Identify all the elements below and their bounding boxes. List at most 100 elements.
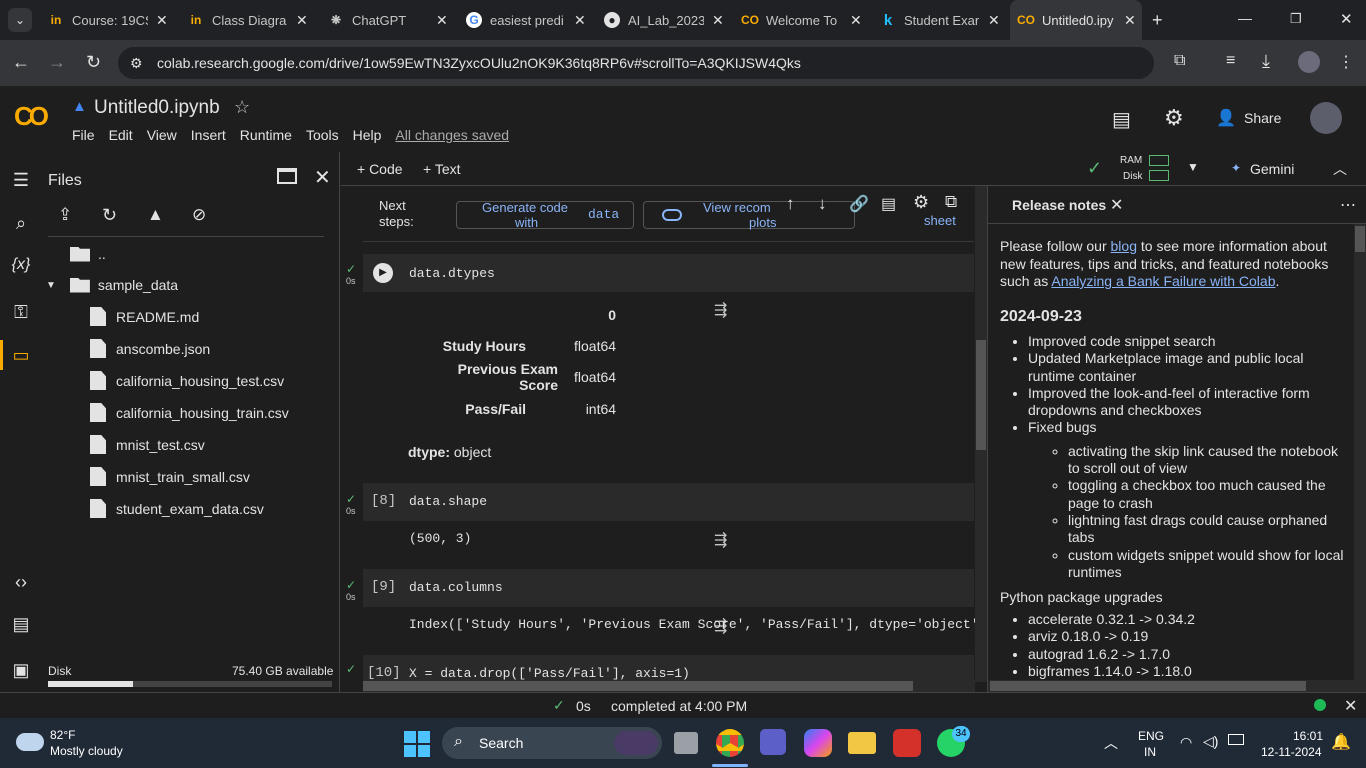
- site-info-icon[interactable]: ⚙: [130, 55, 143, 72]
- chrome-icon[interactable]: [716, 729, 744, 757]
- menu-file[interactable]: File: [72, 127, 95, 143]
- tab-search-button[interactable]: ⌄: [8, 8, 32, 32]
- command-palette-icon[interactable]: ▤: [8, 614, 34, 635]
- url-field[interactable]: ⚙ colab.research.google.com/drive/1ow59E…: [118, 47, 1154, 79]
- featured-link[interactable]: Analyzing a Bank Failure with Colab: [1051, 273, 1275, 289]
- wifi-icon[interactable]: ◠: [1180, 734, 1192, 751]
- move-down-icon[interactable]: ↓: [818, 194, 827, 214]
- code-cell-dtypes[interactable]: ▶ data.dtypes: [363, 254, 974, 292]
- upload-file-icon[interactable]: ⇪: [58, 205, 72, 225]
- code-cell-shape[interactable]: [8] data.shape: [363, 483, 974, 521]
- task-view-icon[interactable]: [674, 732, 698, 754]
- menu-view[interactable]: View: [147, 127, 177, 143]
- output-actions-icon[interactable]: ⇶: [714, 300, 736, 319]
- browser-tab-1[interactable]: in Course: 19CS ✕: [48, 0, 168, 40]
- variables-icon[interactable]: {x}: [8, 256, 34, 274]
- secrets-key-icon[interactable]: ⚿: [8, 302, 34, 323]
- scroll-thumb[interactable]: [976, 340, 986, 450]
- volume-icon[interactable]: ◁): [1203, 733, 1218, 750]
- windows-start-icon[interactable]: [404, 731, 430, 757]
- browser-tab-4[interactable]: G easiest predi ✕: [466, 0, 586, 40]
- browser-tab-2[interactable]: in Class Diagra ✕: [188, 0, 308, 40]
- ram-meter[interactable]: [1149, 155, 1169, 166]
- blog-link[interactable]: blog: [1111, 238, 1137, 254]
- battery-icon[interactable]: [1228, 734, 1244, 745]
- status-completed[interactable]: completed at 4:00 PM: [611, 698, 747, 714]
- user-avatar[interactable]: [1310, 102, 1342, 134]
- add-text-button[interactable]: + Text: [423, 161, 461, 177]
- sample-data-folder[interactable]: ▼ sample_data: [46, 277, 178, 293]
- chevron-down-icon[interactable]: ▼: [46, 280, 56, 291]
- chevron-up-icon[interactable]: ︿: [1104, 733, 1118, 753]
- runtime-dropdown-icon[interactable]: ▼: [1187, 160, 1199, 174]
- run-cell-button[interactable]: ▶: [373, 263, 393, 283]
- mirror-cell-icon[interactable]: ⧉: [945, 192, 957, 212]
- close-icon[interactable]: ✕: [296, 12, 308, 29]
- release-scrollbar[interactable]: [1354, 224, 1366, 692]
- output-actions-icon[interactable]: ⇶: [714, 530, 736, 549]
- file-explorer-icon[interactable]: [848, 732, 876, 754]
- settings-gear-icon[interactable]: ⚙: [1164, 105, 1184, 131]
- sheet-button[interactable]: sheet: [924, 213, 956, 228]
- menu-help[interactable]: Help: [353, 127, 382, 143]
- restore-button[interactable]: ❐: [1290, 11, 1302, 27]
- disk-meter[interactable]: [1149, 170, 1169, 181]
- close-window-button[interactable]: ✕: [1340, 10, 1353, 28]
- collapse-header-icon[interactable]: ︿: [1333, 159, 1347, 179]
- close-icon[interactable]: ✕: [436, 12, 448, 29]
- file-item[interactable]: mnist_test.csv: [90, 435, 205, 454]
- close-icon[interactable]: ✕: [156, 12, 168, 29]
- back-icon[interactable]: ←: [12, 52, 30, 73]
- browser-tab-7[interactable]: k Student Exar ✕: [880, 0, 1000, 40]
- file-item[interactable]: california_housing_test.csv: [90, 371, 284, 390]
- weather-icon[interactable]: [16, 733, 44, 751]
- menu-runtime[interactable]: Runtime: [240, 127, 292, 143]
- close-icon[interactable]: ✕: [712, 12, 724, 29]
- star-icon[interactable]: ☆: [234, 97, 250, 118]
- browser-tab-5[interactable]: ● AI_Lab_2023 ✕: [604, 0, 724, 40]
- mount-drive-icon[interactable]: ▲: [147, 205, 164, 225]
- open-tab-icon[interactable]: [277, 168, 297, 184]
- new-tab-button[interactable]: +: [1152, 10, 1163, 31]
- weather-temp[interactable]: 82°F: [50, 728, 75, 742]
- cell-settings-icon[interactable]: ⚙: [913, 192, 929, 213]
- more-options-icon[interactable]: ⋯: [1340, 195, 1356, 215]
- profile-avatar[interactable]: [1298, 51, 1320, 73]
- search-icon[interactable]: ⌕: [8, 213, 34, 234]
- code-cell-columns[interactable]: [9] data.columns: [363, 569, 974, 607]
- menu-edit[interactable]: Edit: [109, 127, 133, 143]
- hide-files-icon[interactable]: ⊘: [192, 205, 206, 225]
- colab-logo[interactable]: CO: [14, 101, 49, 132]
- forward-icon[interactable]: →: [48, 52, 66, 73]
- scroll-thumb[interactable]: [990, 681, 1306, 691]
- parent-dir-item[interactable]: ..: [70, 246, 106, 262]
- folder-icon[interactable]: ▭: [8, 345, 34, 366]
- comment-icon[interactable]: ▤: [881, 194, 896, 214]
- browser-tab-3[interactable]: ❋ ChatGPT ✕: [328, 0, 448, 40]
- teams-icon[interactable]: [760, 729, 786, 755]
- file-item[interactable]: anscombe.json: [90, 339, 210, 358]
- clock-time[interactable]: 16:01: [1293, 729, 1323, 743]
- scroll-thumb[interactable]: [1355, 226, 1365, 252]
- code-snippets-icon[interactable]: ‹›: [8, 572, 34, 593]
- file-item[interactable]: README.md: [90, 307, 199, 326]
- copilot-icon[interactable]: [804, 729, 832, 757]
- browser-tab-6[interactable]: CO Welcome To ✕: [741, 0, 862, 40]
- release-hscrollbar[interactable]: [988, 680, 1354, 692]
- file-item[interactable]: mnist_train_small.csv: [90, 467, 250, 486]
- clock-date[interactable]: 12-11-2024: [1261, 745, 1322, 759]
- minimize-button[interactable]: —: [1238, 10, 1252, 26]
- language-region[interactable]: IN: [1144, 745, 1156, 759]
- wps-office-icon[interactable]: [893, 729, 921, 757]
- saved-status[interactable]: All changes saved: [395, 127, 509, 143]
- refresh-icon[interactable]: ↻: [102, 205, 117, 226]
- menu-insert[interactable]: Insert: [191, 127, 226, 143]
- close-icon[interactable]: ✕: [574, 12, 586, 29]
- notebook-title[interactable]: Untitled0.ipynb: [94, 97, 220, 119]
- close-icon[interactable]: ✕: [1124, 12, 1136, 29]
- browser-menu-icon[interactable]: ⋮: [1338, 52, 1354, 72]
- gemini-button[interactable]: Gemini: [1250, 161, 1294, 177]
- vertical-scrollbar[interactable]: [975, 186, 987, 682]
- add-code-button[interactable]: + Code: [357, 161, 403, 177]
- horizontal-scrollbar[interactable]: [363, 680, 975, 692]
